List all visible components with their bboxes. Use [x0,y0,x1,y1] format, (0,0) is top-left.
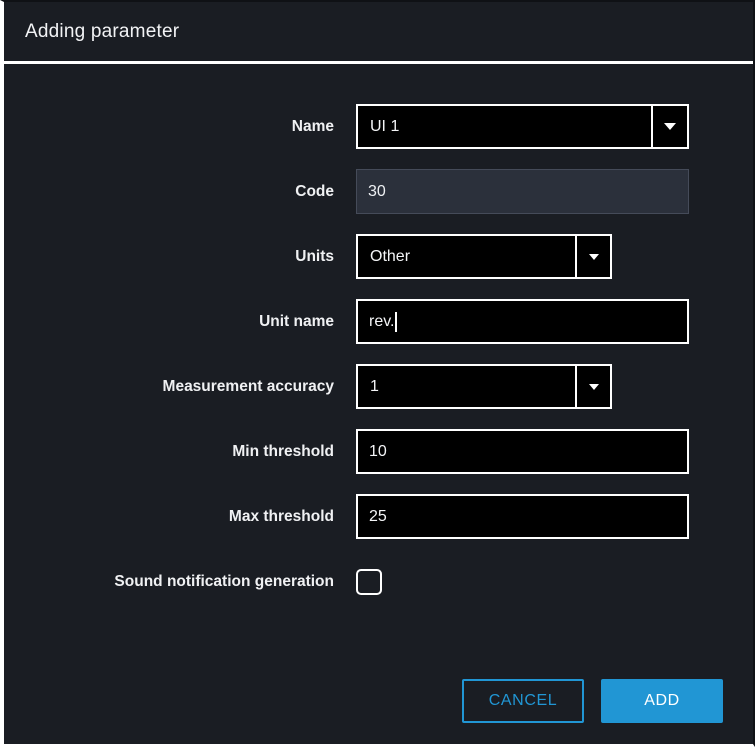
code-label: Code [295,182,334,200]
min-threshold-label: Min threshold [232,442,334,460]
chevron-down-icon [664,123,676,130]
sound-notification-checkbox[interactable] [356,568,382,595]
text-caret [395,311,398,332]
form-row-measurement-accuracy: Measurement accuracy 1 [4,360,753,413]
name-field-area: UI 1 [356,104,753,149]
cancel-button[interactable]: CANCEL [462,679,584,723]
measurement-accuracy-combobox[interactable]: 1 [356,364,612,409]
form-row-unit-name: Unit name rev. [4,295,753,348]
sound-notification-field-area [356,568,753,595]
unit-name-label: Unit name [259,312,334,330]
measurement-accuracy-label: Measurement accuracy [162,377,334,395]
sound-notification-label: Sound notification generation [114,572,334,590]
measurement-accuracy-combobox-arrow-button[interactable] [575,366,610,407]
dialog-body: Name UI 1 Code 30 Units Other Unit name … [4,64,753,658]
name-combobox[interactable]: UI 1 [356,104,689,149]
name-label: Name [291,117,334,135]
measurement-accuracy-combobox-value: 1 [358,366,575,407]
form-row-max-threshold: Max threshold 25 [4,490,753,543]
units-combobox-arrow-button[interactable] [575,236,610,277]
dialog-title: Adding parameter [25,20,180,42]
units-label: Units [295,247,334,265]
form-row-name: Name UI 1 [4,100,753,153]
measurement-accuracy-field-area: 1 [356,364,753,409]
unit-name-field-area: rev. [356,299,753,344]
units-combobox-value: Other [358,236,575,277]
dialog-titlebar: Adding parameter [4,2,753,64]
form-row-min-threshold: Min threshold 10 [4,425,753,478]
add-button[interactable]: ADD [601,679,723,723]
max-threshold-input[interactable]: 25 [356,494,689,539]
units-field-area: Other [356,234,753,279]
form-row-sound-notification: Sound notification generation [4,555,753,608]
max-threshold-field-area: 25 [356,494,753,539]
chevron-down-icon [588,383,599,390]
min-threshold-input[interactable]: 10 [356,429,689,474]
dialog-footer: CANCEL ADD [4,658,753,744]
max-threshold-label: Max threshold [228,507,334,525]
name-combobox-arrow-button[interactable] [651,106,687,147]
adding-parameter-dialog: Adding parameter Name UI 1 Code 30 Units… [0,0,755,747]
code-field-area: 30 [356,169,753,214]
min-threshold-field-area: 10 [356,429,753,474]
units-combobox[interactable]: Other [356,234,612,279]
code-input: 30 [356,169,689,214]
chevron-down-icon [588,253,599,260]
unit-name-input-value: rev. [369,312,395,330]
name-combobox-value: UI 1 [358,106,651,147]
form-row-units: Units Other [4,230,753,283]
form-row-code: Code 30 [4,165,753,218]
unit-name-input[interactable]: rev. [356,299,689,344]
